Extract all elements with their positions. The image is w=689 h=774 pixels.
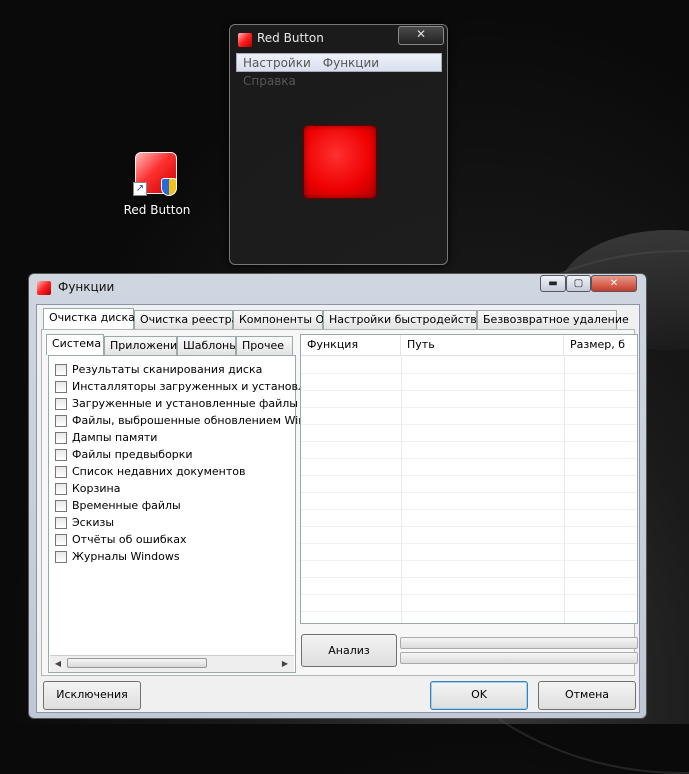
- grid-divider: [401, 355, 402, 623]
- checkbox[interactable]: [55, 551, 67, 563]
- red-button-window: Red Button ✕ Настройки Функции Справка: [229, 24, 448, 265]
- checklist-item-label: Эскизы: [72, 516, 115, 529]
- checkbox[interactable]: [55, 466, 67, 478]
- grid-row-line: [301, 492, 637, 493]
- checkbox[interactable]: [55, 415, 67, 427]
- grid-row-line: [301, 577, 637, 578]
- window-title: Функции: [58, 280, 115, 294]
- grid-row-line: [301, 424, 637, 425]
- checklist-item-label: Список недавних документов: [72, 465, 246, 478]
- grid-row-line: [301, 509, 637, 510]
- desktop-icon-label: Red Button: [123, 203, 191, 217]
- disk-cleanup-panel: Система Приложения Шаблоны Прочее Резуль…: [41, 329, 638, 676]
- menu-help[interactable]: Справка: [237, 72, 302, 90]
- menu-functions[interactable]: Функции: [317, 54, 385, 72]
- progress-bar-1: [400, 637, 638, 649]
- subtab-templates[interactable]: Шаблоны: [177, 336, 238, 355]
- checklist-item-label: Журналы Windows: [72, 550, 180, 563]
- checkbox[interactable]: [55, 483, 67, 495]
- checklist-item-label: Дампы памяти: [72, 431, 158, 444]
- close-button[interactable]: ✕: [398, 26, 444, 45]
- tab-disk-cleanup[interactable]: Очистка диска: [43, 308, 135, 329]
- subtab-system[interactable]: Система: [46, 334, 104, 355]
- checkbox[interactable]: [55, 432, 67, 444]
- checkbox[interactable]: [55, 449, 67, 461]
- grid-header: Функция Путь Размер, б: [301, 335, 637, 356]
- main-tabs: Очистка диска Очистка реестра Компоненты…: [43, 308, 633, 330]
- grid-row-line: [301, 441, 637, 442]
- grid-row-line: [301, 560, 637, 561]
- subtab-applications[interactable]: Приложения: [104, 336, 184, 355]
- checklist-panel: Результаты сканирования диска Инсталлятор…: [48, 355, 328, 673]
- checklist-item-label: Отчёты об ошибках: [72, 533, 187, 546]
- desktop-icon-red-button[interactable]: ↗ Red Button: [123, 152, 191, 222]
- checkbox[interactable]: [55, 517, 67, 529]
- grid-row-line: [301, 594, 637, 595]
- app-icon: [37, 281, 51, 295]
- checklist-item-label: Временные файлы: [72, 499, 181, 512]
- column-path[interactable]: Путь: [401, 335, 564, 355]
- analyze-button[interactable]: Анализ: [301, 634, 397, 667]
- cancel-button[interactable]: Отмена: [538, 681, 636, 710]
- checklist-item-label: Файлы, выброшенные обновлением Window: [72, 414, 328, 427]
- grid-divider: [564, 355, 565, 623]
- sub-tabs: Система Приложения Шаблоны Прочее: [46, 334, 296, 356]
- checklist-item-label: Файлы предвыборки: [72, 448, 193, 461]
- scroll-thumb[interactable]: [67, 658, 207, 668]
- scroll-left-icon[interactable]: ◀: [52, 658, 64, 669]
- app-icon: [238, 33, 252, 47]
- column-function[interactable]: Функция: [301, 335, 401, 355]
- grid-row-line: [301, 373, 637, 374]
- grid-row-line: [301, 543, 637, 544]
- close-button[interactable]: ✕: [591, 275, 637, 292]
- checklist-item-label: Результаты сканирования диска: [72, 363, 263, 376]
- window-title: Red Button: [257, 31, 324, 45]
- checklist-item-label: Корзина: [72, 482, 121, 495]
- maximize-button[interactable]: ▢: [566, 275, 591, 292]
- checkbox[interactable]: [55, 381, 67, 393]
- red-button[interactable]: [304, 126, 376, 198]
- shortcut-arrow-icon: ↗: [133, 182, 147, 196]
- progress-bar-2: [400, 652, 638, 664]
- column-size[interactable]: Размер, б: [564, 335, 637, 355]
- grid-row-line: [301, 407, 637, 408]
- checklist-item-label: Загруженные и установленные файлы прог: [72, 397, 329, 410]
- scroll-right-icon[interactable]: ▶: [279, 658, 291, 669]
- functions-window: Функции ▬ ▢ ✕ Очистка диска Очистка реес…: [28, 273, 647, 719]
- tab-registry-cleanup[interactable]: Очистка реестра: [134, 310, 238, 329]
- checkbox[interactable]: [55, 500, 67, 512]
- tab-performance-settings[interactable]: Настройки быстродействия: [323, 310, 490, 329]
- window-client-area: Очистка диска Очистка реестра Компоненты…: [36, 304, 640, 713]
- uac-shield-icon: [161, 178, 177, 196]
- subtab-other[interactable]: Прочее: [236, 336, 293, 355]
- horizontal-scrollbar[interactable]: ◀ ▶: [50, 655, 294, 672]
- checkbox[interactable]: [55, 534, 67, 546]
- menu-settings[interactable]: Настройки: [237, 54, 317, 72]
- grid-row-line: [301, 611, 637, 612]
- checklist-item-label: Инсталляторы загруженных и установленн: [72, 380, 327, 393]
- grid-row-line: [301, 475, 637, 476]
- grid-row-line: [301, 458, 637, 459]
- menu-bar: Настройки Функции Справка: [236, 53, 442, 88]
- ok-button[interactable]: OK: [430, 681, 528, 710]
- tab-secure-delete[interactable]: Безвозвратное удаление: [477, 310, 629, 329]
- grid-row-line: [301, 390, 637, 391]
- results-grid[interactable]: Функция Путь Размер, б: [300, 334, 638, 624]
- checkbox[interactable]: [55, 398, 67, 410]
- minimize-button[interactable]: ▬: [540, 275, 566, 292]
- checkbox[interactable]: [55, 364, 67, 376]
- grid-row-line: [301, 526, 637, 527]
- tab-os-components[interactable]: Компоненты ОС: [233, 310, 332, 329]
- exclusions-button[interactable]: Исключения: [43, 681, 141, 710]
